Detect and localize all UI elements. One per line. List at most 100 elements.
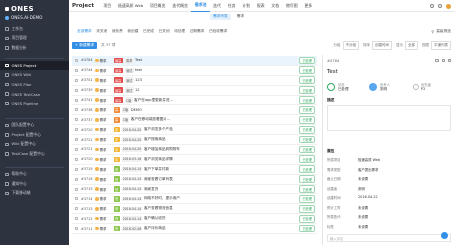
sort-select[interactable]: 创建时间	[372, 41, 392, 50]
table-row[interactable]: #3741 需求 最高 测试 123 已处理	[72, 76, 317, 86]
property-value[interactable]: 客户提出需求	[358, 167, 378, 172]
status-badge[interactable]: 已处理	[299, 224, 315, 233]
link-icon[interactable]	[435, 58, 439, 62]
status-badge[interactable]: 已处理	[299, 145, 315, 154]
property-value[interactable]: 未设置	[358, 214, 368, 219]
status-badge[interactable]: 已处理	[299, 56, 315, 65]
row-title[interactable]: 商家发货	[144, 187, 158, 192]
sidebar-item-workspace[interactable]: 工作台	[0, 24, 69, 34]
sidebar-item-ones-project[interactable]: ONES Project	[0, 60, 69, 71]
row-title[interactable]: 客户在app里更新并进...	[134, 98, 173, 103]
advanced-filter-button[interactable]: ⚲ 高级筛选	[432, 29, 451, 34]
property-value[interactable]: 张明	[358, 186, 365, 191]
status-badge[interactable]: 已处理	[299, 155, 315, 164]
row-checkbox[interactable]	[75, 68, 78, 72]
org-switcher[interactable]: ONES.AI-DEMO	[5, 15, 42, 20]
property-value[interactable]: 2016-04-22	[358, 195, 378, 199]
row-checkbox[interactable]	[75, 58, 78, 62]
sidebar-item-wiki-config[interactable]: Wiki 配置中心	[0, 140, 69, 150]
group-select[interactable]: 不分组	[342, 41, 359, 50]
table-row[interactable]: #3738 需求 高 C版 DEMO 已处理	[72, 105, 317, 116]
row-checkbox[interactable]	[75, 217, 78, 221]
detail-status[interactable]: 状态 已处理	[327, 82, 349, 92]
status-badge[interactable]: 已处理	[299, 115, 315, 124]
help-fab-button[interactable]	[441, 232, 448, 239]
row-title[interactable]: 客户查看物流信息	[144, 206, 173, 211]
filter-item[interactable]: 已验收需求	[209, 29, 227, 34]
row-title[interactable]: 客户在移动端查看图片...	[131, 117, 170, 122]
row-title[interactable]: 客户浏览多个产品	[144, 127, 173, 132]
row-checkbox[interactable]	[75, 167, 78, 171]
sidebar-item-project-config[interactable]: Project 配置中心	[0, 130, 69, 140]
table-row[interactable]: #3744 需求 最高 测试 test 已处理	[72, 66, 317, 76]
nav-item[interactable]: 项目概览	[147, 0, 169, 12]
nav-item[interactable]: 燃尽图	[283, 0, 301, 12]
nav-item[interactable]: 计划	[239, 0, 254, 12]
row-title[interactable]: 123	[135, 78, 142, 82]
comment-input[interactable]: 输入评论	[327, 234, 451, 242]
sidebar-item-analytics[interactable]: 数据分析	[0, 43, 69, 53]
table-row[interactable]: #3720 需求 中 2016-03-16 客户浏览商品详情 已处理	[72, 155, 317, 165]
status-badge[interactable]: 已处理	[299, 165, 315, 174]
sidebar-item-help[interactable]: 帮助中心	[0, 170, 69, 180]
status-badge[interactable]: 已处理	[299, 96, 315, 104]
row-title[interactable]: 客户确认收货	[144, 216, 166, 221]
user-avatar[interactable]	[446, 3, 451, 9]
row-checkbox[interactable]	[75, 207, 78, 211]
status-badge[interactable]: 已处理	[299, 135, 315, 144]
detail-priority[interactable]: 优先级 P2	[413, 82, 431, 91]
sidebar-item-ones-pipeline[interactable]: ONES Pipeline	[0, 99, 69, 109]
table-row[interactable]: #3722 需求 中 2016-04-20 客户搜索商品 已处理	[72, 135, 317, 146]
row-checkbox[interactable]	[75, 98, 78, 102]
nav-more[interactable]: 更多	[301, 0, 316, 12]
status-badge[interactable]: 已处理	[299, 175, 315, 184]
row-checkbox[interactable]	[75, 147, 78, 151]
table-row[interactable]: #3721 需求 中 2016-04-20 客户增加商品到购物车 已处理	[72, 145, 317, 155]
view-select[interactable]: 平铺列表	[431, 41, 451, 50]
brand-logo[interactable]: ONES	[5, 5, 34, 13]
row-checkbox[interactable]	[75, 187, 78, 191]
filter-item[interactable]: 待处理	[174, 29, 185, 34]
nav-item[interactable]: 任务	[224, 0, 239, 12]
row-title[interactable]: 客户搜索商品	[144, 137, 166, 142]
nav-item[interactable]: 文档	[268, 0, 283, 12]
status-badge[interactable]: 已处理	[299, 66, 315, 75]
status-badge[interactable]: 已处理	[299, 86, 315, 94]
tab-requirement[interactable]: 需求	[234, 14, 247, 21]
row-checkbox[interactable]	[75, 177, 78, 181]
table-row[interactable]: #3739 需求 最高 测试 12 已处理	[72, 86, 317, 96]
filter-item[interactable]: 已关闭	[159, 29, 170, 34]
nav-item[interactable]: 迭代概览	[169, 0, 191, 12]
filter-all[interactable]: 全部需求	[77, 29, 92, 34]
table-row[interactable]: #3711 需求 低 2016-02-08 客户评价商品 已处理	[72, 224, 317, 235]
table-row[interactable]: #3714 需求 低 2016-04-14 网络不好时，提示用户 已处理	[72, 194, 317, 205]
sidebar-item-testcase-config[interactable]: TestCase 配置中心	[0, 149, 69, 159]
filter-item[interactable]: 我创建	[127, 29, 138, 34]
close-icon[interactable]	[447, 58, 451, 62]
table-row[interactable]: #3713 需求 低 2016-04-14 客户查看物流信息 已处理	[72, 204, 317, 215]
detail-assignee[interactable]: 负责人 张明	[369, 82, 390, 92]
status-badge[interactable]: 已处理	[299, 76, 315, 85]
status-badge[interactable]: 已处理	[299, 185, 315, 193]
property-value[interactable]: 未设置	[358, 176, 368, 181]
row-checkbox[interactable]	[75, 227, 78, 231]
sidebar-item-download-mobile[interactable]: 下载移动端	[0, 189, 69, 199]
row-checkbox[interactable]	[75, 157, 78, 161]
status-badge[interactable]: 已处理	[299, 214, 315, 223]
status-badge[interactable]: 已处理	[299, 125, 315, 134]
row-title[interactable]: 商家查看订单列表	[144, 177, 173, 182]
row-title[interactable]: test	[135, 68, 142, 72]
add-requirement-button[interactable]: + 新建需求	[72, 41, 98, 50]
sidebar-item-ones-plan[interactable]: ONES Plan	[0, 80, 69, 90]
status-badge[interactable]: 已处理	[299, 195, 315, 203]
table-row[interactable]: #3715 需求 低 2016-04-14 商家发货 已处理	[72, 185, 317, 195]
search-icon[interactable]	[430, 4, 434, 8]
row-checkbox[interactable]	[75, 108, 78, 112]
row-title[interactable]: Test	[135, 58, 142, 62]
sidebar-item-ones-wiki[interactable]: ONES Wiki	[0, 70, 69, 80]
table-row[interactable]: #3737 需求 高 C版 客户在移动端查看图片... 已处理	[72, 115, 317, 126]
status-badge[interactable]: 已处理	[299, 106, 315, 114]
row-title[interactable]: 网络不好时，提示用户	[144, 196, 180, 201]
display-select[interactable]: 全部	[405, 41, 418, 50]
row-title[interactable]: DEMO	[131, 108, 142, 112]
